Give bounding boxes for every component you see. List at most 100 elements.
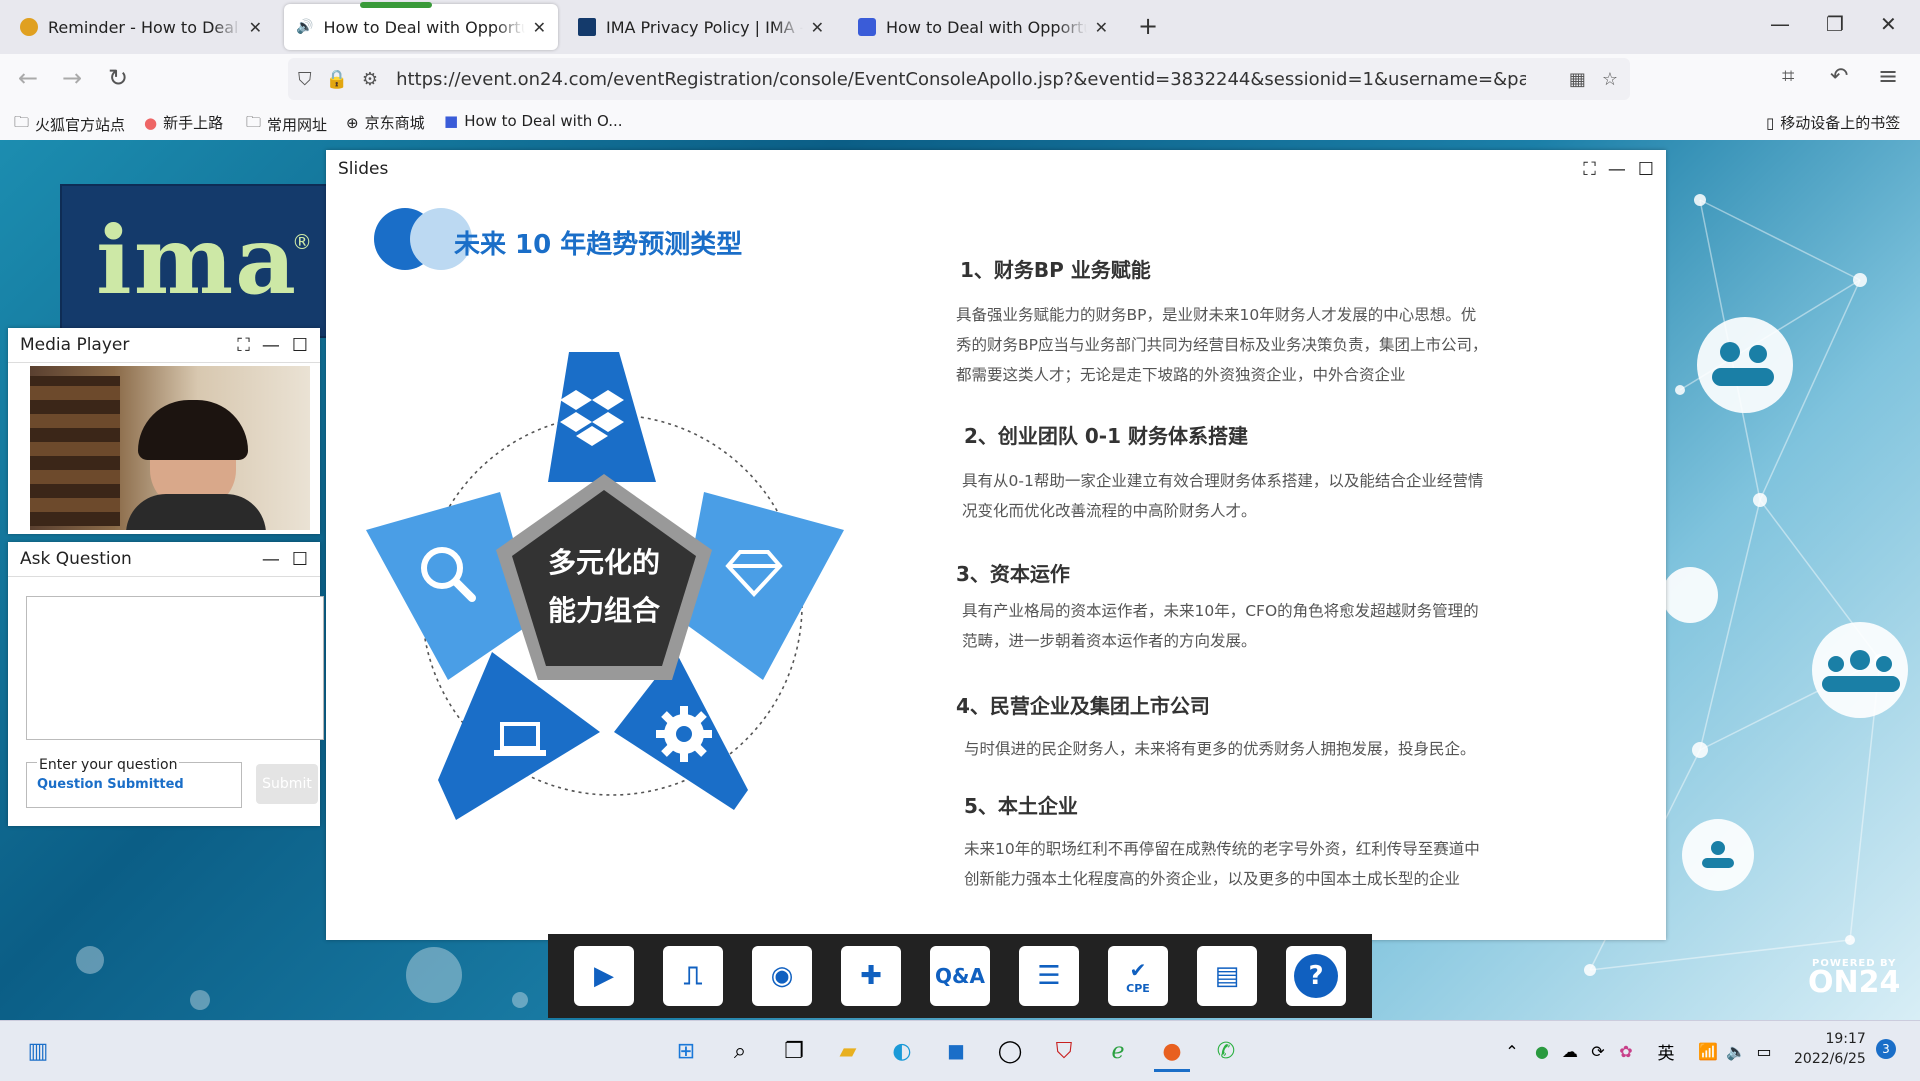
minimize-icon[interactable]: — (262, 549, 280, 570)
bookmark-item[interactable]: 🗀 常用网址 (246, 112, 327, 137)
expand-icon[interactable]: ⛶ (1583, 159, 1596, 180)
submit-button[interactable]: Submit (256, 764, 318, 804)
new-tab-icon[interactable]: + (1138, 12, 1158, 40)
clock[interactable]: 19:17 2022/6/25 (1794, 1029, 1866, 1069)
media-player-panel: Media Player ⛶ — ☐ (8, 328, 320, 534)
presentation-icon: ⎍ (683, 960, 703, 991)
globe-icon: ⊕ (346, 113, 359, 132)
mobile-bookmarks[interactable]: ▯ 移动设备上的书签 (1766, 112, 1900, 133)
speaker-bio-button[interactable]: ◉ (752, 946, 812, 1006)
section-heading: 4、民营企业及集团上市公司 (956, 694, 1210, 718)
tab-reminder[interactable]: Reminder - How to Deal with Opportunitie… (8, 4, 274, 50)
close-icon[interactable]: ✕ (533, 18, 546, 37)
reload-icon[interactable]: ↻ (108, 64, 128, 92)
firefox-icon[interactable]: ● (1154, 1033, 1190, 1072)
start-icon[interactable]: ⊞ (668, 1033, 704, 1069)
taskbar: ▥ ⊞ ⌕ ❐ ▰ ◐ ◼ ◯ ⛉ ℯ ● ✆ ⌃ ● ☁ ⟳ ✿ 英 📶 🔈 … (0, 1020, 1920, 1081)
section-heading: 1、财务BP 业务赋能 (960, 258, 1151, 282)
permissions-icon[interactable]: ⚙ (362, 69, 378, 90)
speaker-icon[interactable]: 🔊 (296, 19, 313, 35)
ie-icon[interactable]: ℯ (1100, 1033, 1136, 1069)
powered-by-on24: POWERED BY ON24 (1808, 958, 1901, 1000)
maximize-icon[interactable]: ☐ (1638, 159, 1654, 180)
restore-icon[interactable]: ❐ (1826, 12, 1844, 36)
folder-icon: 🗀 (14, 113, 30, 131)
wechat-icon[interactable]: ✆ (1208, 1033, 1244, 1069)
section-heading: 2、创业团队 0-1 财务体系搭建 (964, 424, 1248, 448)
tab-how-to-deal-2[interactable]: How to Deal with Opportunities ✕ (846, 4, 1120, 50)
qa-button[interactable]: Q&A (930, 946, 990, 1006)
folder-icon: 🗀 (246, 113, 262, 131)
slide-title: 未来 10 年趋势预测类型 (454, 230, 743, 260)
star-diagram: 多元化的 能力组合 (366, 352, 844, 820)
bookmark-item[interactable]: ■ How to Deal with O... (444, 112, 623, 130)
bookmark-item[interactable]: 🗀 火狐官方站点 (14, 112, 125, 137)
crop-icon[interactable]: ⌗ (1782, 64, 1794, 89)
maximize-icon[interactable]: ☐ (292, 549, 308, 570)
slides-header[interactable]: Slides ⛶ — ☐ (326, 150, 1666, 188)
dell-icon[interactable]: ◯ (992, 1033, 1028, 1069)
question-status-field[interactable]: Enter your question Question Submitted (26, 757, 242, 808)
center-label-1: 多元化的 (548, 546, 660, 579)
ime-indicator[interactable]: 英 (1648, 1033, 1684, 1069)
maximize-icon[interactable]: ☐ (292, 335, 308, 356)
tab-ima-privacy[interactable]: IMA Privacy Policy | IMA - The Associati… (566, 4, 836, 50)
back-icon[interactable]: ← (18, 64, 38, 92)
close-icon[interactable]: ✕ (811, 18, 824, 37)
battery-icon[interactable]: ▭ (1746, 1033, 1782, 1069)
resources-button[interactable]: ✚ (841, 946, 901, 1006)
ima-logo: ima ® (60, 184, 344, 338)
cpe-button[interactable]: ✔ CPE (1108, 946, 1168, 1006)
close-icon[interactable]: ✕ (249, 18, 262, 37)
window-close-icon[interactable]: ✕ (1880, 12, 1897, 36)
slides-button[interactable]: ⎍ (663, 946, 723, 1006)
bookmark-item[interactable]: ⊕ 京东商城 (346, 112, 425, 133)
minimize-icon[interactable]: — (1770, 12, 1790, 36)
media-player-header[interactable]: Media Player ⛶ — ☐ (8, 328, 320, 363)
task-view-icon[interactable]: ❐ (776, 1033, 812, 1069)
section-body: 未来10年的职场红利不再停留在成熟传统的老字号外资，红利传导至赛道中 创新能力强… (964, 840, 1480, 888)
mcafee-icon[interactable]: ⛉ (1046, 1033, 1082, 1069)
lock-icon[interactable]: 🔒 (326, 69, 348, 90)
close-icon[interactable]: ✕ (1095, 18, 1108, 37)
play-icon: ▶ (594, 961, 614, 991)
ima-favicon-icon (578, 18, 596, 36)
section-body: 具有从0-1帮助一家企业建立有效合理财务体系搭建，以及能结合企业经营情 况变化而… (962, 472, 1484, 520)
tab-how-to-deal-active[interactable]: 🔊 How to Deal with Opportunities ✕ (284, 4, 558, 50)
video-feed[interactable] (30, 366, 310, 530)
store-icon[interactable]: ◼ (938, 1033, 974, 1069)
chat-button[interactable]: ☰ (1019, 946, 1079, 1006)
media-player-button[interactable]: ▶ (574, 946, 634, 1006)
shield-icon[interactable]: ⛉ (298, 69, 312, 90)
notification-badge[interactable]: 3 (1876, 1039, 1896, 1059)
section-heading: 3、资本运作 (956, 562, 1070, 586)
widgets-icon[interactable]: ▥ (20, 1033, 56, 1069)
forward-icon[interactable]: → (62, 64, 82, 92)
tray-app-2-icon[interactable]: ✿ (1608, 1033, 1644, 1069)
slides-panel: Slides ⛶ — ☐ 未来 10 年趋势预测类型 多元化的 能力组合 1、财务B… (326, 150, 1666, 940)
help-button[interactable]: ? (1286, 946, 1346, 1006)
url-bar[interactable]: ⛉ 🔒 ⚙ https://event.on24.com/eventRegist… (288, 58, 1630, 100)
url-text: https://event.on24.com/eventRegistration… (396, 68, 1527, 90)
question-textarea[interactable] (26, 596, 324, 740)
survey-button[interactable]: ▤ (1197, 946, 1257, 1006)
minimize-icon[interactable]: — (262, 335, 280, 356)
audio-indicator (360, 2, 432, 8)
qr-code-icon[interactable]: ▦ (1569, 69, 1586, 90)
menu-icon[interactable]: ≡ (1878, 62, 1898, 90)
expand-icon[interactable]: ⛶ (237, 335, 250, 356)
help-icon: ? (1294, 954, 1338, 998)
bookmark-star-icon[interactable]: ☆ (1602, 69, 1618, 90)
search-icon[interactable]: ⌕ (722, 1033, 758, 1069)
bookshelf (30, 376, 120, 526)
undo-icon[interactable]: ↶ (1830, 64, 1848, 89)
tab-bar: Reminder - How to Deal with Opportunitie… (0, 0, 1920, 54)
bookmark-item[interactable]: ● 新手上路 (144, 112, 223, 133)
bookmarks-bar: 🗀 火狐官方站点 ● 新手上路 🗀 常用网址 ⊕ 京东商城 ■ How to Deal w… (0, 104, 1920, 141)
center-label-2: 能力组合 (548, 594, 661, 627)
ask-question-header[interactable]: Ask Question — ☐ (8, 542, 320, 577)
file-explorer-icon[interactable]: ▰ (830, 1033, 866, 1069)
edge-icon[interactable]: ◐ (884, 1033, 920, 1069)
mobile-icon: ▯ (1766, 113, 1775, 132)
minimize-icon[interactable]: — (1608, 159, 1626, 180)
